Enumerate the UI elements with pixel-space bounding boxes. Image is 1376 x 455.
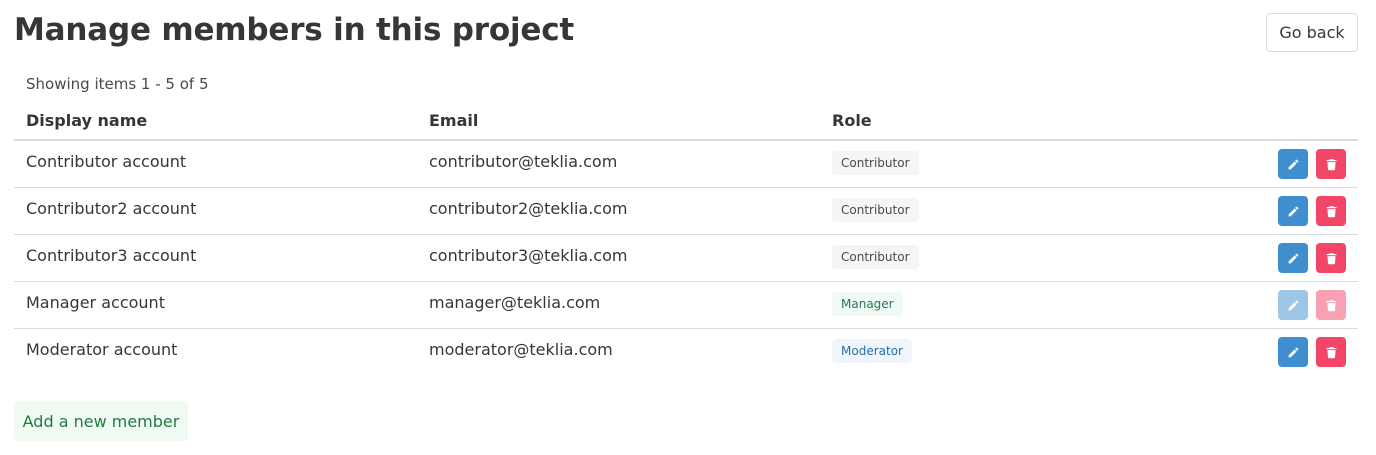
- trash-icon: [1325, 346, 1338, 359]
- row-actions: [1278, 196, 1346, 226]
- edit-member-button[interactable]: [1278, 243, 1308, 273]
- table-body: Contributor account contributor@teklia.co…: [14, 141, 1358, 376]
- pencil-icon: [1287, 346, 1300, 359]
- manage-members-page: Manage members in this project Go back S…: [0, 0, 1376, 455]
- row-actions: [1278, 337, 1346, 367]
- table-row: Contributor2 account contributor2@teklia.…: [14, 188, 1358, 235]
- role-tag: Contributor: [832, 198, 919, 222]
- row-actions: [1278, 243, 1346, 273]
- member-display-name: Contributor3 account: [26, 246, 197, 265]
- pagination-info: Showing items 1 - 5 of 5: [26, 75, 209, 93]
- role-tag: Contributor: [832, 151, 919, 175]
- delete-member-button[interactable]: [1316, 196, 1346, 226]
- add-member-button[interactable]: Add a new member: [14, 401, 188, 441]
- column-header-email: Email: [429, 111, 479, 130]
- delete-member-button: [1316, 290, 1346, 320]
- members-table: Display name Email Role Contributor acco…: [14, 102, 1358, 376]
- trash-icon: [1325, 158, 1338, 171]
- table-row: Contributor account contributor@teklia.co…: [14, 141, 1358, 188]
- member-email: moderator@teklia.com: [429, 340, 613, 359]
- pencil-icon: [1287, 205, 1300, 218]
- page-title: Manage members in this project: [14, 12, 575, 48]
- row-actions: [1278, 290, 1346, 320]
- go-back-button[interactable]: Go back: [1266, 13, 1358, 52]
- row-actions: [1278, 149, 1346, 179]
- member-email: contributor2@teklia.com: [429, 199, 628, 218]
- member-email: contributor@teklia.com: [429, 152, 618, 171]
- member-email: contributor3@teklia.com: [429, 246, 628, 265]
- column-header-display-name: Display name: [26, 111, 148, 130]
- table-row: Moderator account moderator@teklia.com Mod…: [14, 329, 1358, 376]
- trash-icon: [1325, 299, 1338, 312]
- edit-member-button[interactable]: [1278, 196, 1308, 226]
- member-email: manager@teklia.com: [429, 293, 601, 312]
- table-row: Contributor3 account contributor3@teklia.…: [14, 235, 1358, 282]
- role-tag: Manager: [832, 292, 903, 316]
- delete-member-button[interactable]: [1316, 337, 1346, 367]
- table-header: Display name Email Role: [14, 102, 1358, 141]
- member-display-name: Contributor account: [26, 152, 187, 171]
- delete-member-button[interactable]: [1316, 149, 1346, 179]
- pencil-icon: [1287, 252, 1300, 265]
- trash-icon: [1325, 205, 1338, 218]
- edit-member-button[interactable]: [1278, 337, 1308, 367]
- edit-member-button[interactable]: [1278, 149, 1308, 179]
- member-display-name: Moderator account: [26, 340, 178, 359]
- edit-member-button: [1278, 290, 1308, 320]
- trash-icon: [1325, 252, 1338, 265]
- role-tag: Moderator: [832, 339, 912, 363]
- delete-member-button[interactable]: [1316, 243, 1346, 273]
- column-header-role: Role: [832, 111, 872, 130]
- table-row: Manager account manager@teklia.com Manager: [14, 282, 1358, 329]
- member-display-name: Manager account: [26, 293, 165, 312]
- member-display-name: Contributor2 account: [26, 199, 197, 218]
- pencil-icon: [1287, 299, 1300, 312]
- pencil-icon: [1287, 158, 1300, 171]
- role-tag: Contributor: [832, 245, 919, 269]
